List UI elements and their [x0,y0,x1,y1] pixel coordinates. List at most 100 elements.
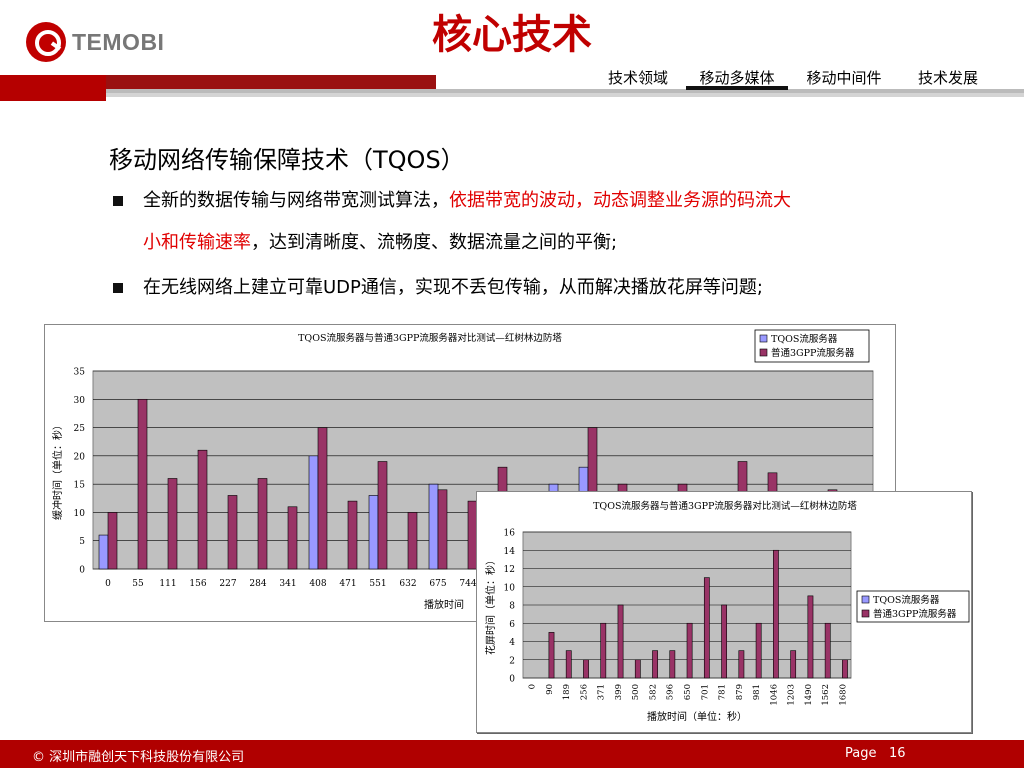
x-tick-label: 582 [648,684,658,700]
x-tick-label: 227 [219,579,236,589]
y-axis-label: 缓冲时间（单位：秒） [51,420,64,520]
section-subtitle: 移动网络传输保障技术（TQOS） [109,146,465,174]
nav-item-tech-development[interactable]: 技术发展 [900,68,996,90]
y-tick-label: 15 [74,481,86,491]
x-axis-label: 播放时间 [424,598,464,611]
bar [317,427,328,570]
nav-item-mobile-multimedia[interactable]: 移动多媒体 [686,68,788,90]
bar [703,577,710,679]
x-tick-label: 399 [614,684,624,700]
header-dark-bar [106,75,436,89]
x-tick-label: 879 [735,684,745,700]
chart-title: TQOS流服务器与普通3GPP流服务器对比测试—红树林边防塔 [593,500,857,512]
x-tick-label: 0 [105,579,111,589]
bar [428,483,439,570]
bullet-text: 全新的数据传输与网络带宽测试算法，依据带宽的波动，动态调整业务源的码流大 [143,190,791,211]
bar [583,659,589,679]
x-tick-label: 701 [700,684,710,700]
x-tick-label: 1046 [769,684,779,706]
bar [107,512,118,570]
page-title: 核心技术 [432,12,592,58]
legend-label: 普通3GPP流服务器 [771,347,855,359]
bar [308,455,319,570]
x-tick-label: 596 [666,684,676,700]
bullet-text: 在无线网络上建立可靠UDP通信，实现不丢包传输，从而解决播放花屏等问题; [143,277,763,298]
bar [287,506,298,570]
bar [407,512,418,570]
x-tick-label: 650 [683,684,693,700]
section-nav: 技术领域 移动多媒体 移动中间件 技术发展 [590,68,996,90]
x-tick-label: 471 [339,579,356,589]
bar [548,632,555,679]
bar [669,650,676,679]
x-tick-label: 744 [459,579,476,589]
x-tick-label: 1562 [821,684,831,706]
bar [721,604,728,679]
x-tick-label: 551 [369,579,386,589]
x-tick-label: 111 [159,579,176,589]
y-tick-label: 0 [79,566,85,576]
nav-item-tech-field[interactable]: 技术领域 [590,68,686,90]
x-tick-label: 675 [429,579,446,589]
bar [197,449,208,570]
bar [773,549,779,679]
legend-label: TQOS流服务器 [873,594,940,606]
bullet-square-icon [113,283,123,293]
x-tick-label: 371 [597,684,607,700]
x-tick-label: 1490 [804,684,814,706]
bar [227,495,238,570]
footer-page-label: Page [845,746,877,761]
y-tick-label: 4 [509,638,515,648]
bar [600,622,607,679]
bar [686,622,693,679]
x-tick-label: 189 [562,684,572,700]
x-tick-label: 1680 [838,684,848,706]
y-tick-label: 0 [509,675,515,685]
y-tick-label: 10 [504,583,516,593]
bullet-text-line2: 小和传输速率，达到清晰度、流畅度、数据流量之间的平衡; [143,232,618,253]
bullet-square-icon [113,196,123,206]
footer: © 深圳市融创天下科技股份有限公司 Page 16 [0,740,1024,768]
y-tick-label: 6 [509,620,515,630]
bar [137,398,148,570]
y-tick-label: 20 [74,452,86,462]
legend-swatch [759,348,768,357]
x-tick-label: 632 [399,579,416,589]
x-tick-label: 981 [752,684,762,700]
legend-swatch [861,609,870,618]
y-axis-label: 花屏时间（单位：秒） [484,555,497,655]
bar [738,650,745,679]
x-tick-label: 256 [579,684,589,700]
bar [257,478,268,570]
bar [368,495,379,570]
y-tick-label: 25 [74,424,86,434]
bar [755,622,762,679]
chart-title: TQOS流服务器与普通3GPP流服务器对比测试—红树林边防塔 [298,332,562,344]
x-axis-label: 播放时间（单位：秒） [647,710,747,723]
bar [790,650,797,679]
x-tick-label: 284 [249,579,266,589]
x-tick-label: 781 [718,684,728,700]
legend-swatch [759,334,768,343]
bar [437,489,448,570]
nav-item-mobile-middleware[interactable]: 移动中间件 [788,68,900,90]
x-tick-label: 500 [631,684,641,700]
y-tick-label: 2 [509,656,515,666]
x-tick-label: 341 [279,579,296,589]
bar [347,500,358,570]
bar [98,534,109,570]
bar [807,595,814,679]
x-tick-label: 55 [132,579,144,589]
x-tick-label: 0 [528,684,538,689]
legend-swatch [861,595,870,604]
bar [617,604,624,679]
legend-label: 普通3GPP流服务器 [873,608,957,620]
y-tick-label: 8 [509,602,515,612]
y-tick-label: 12 [504,565,515,575]
y-tick-label: 14 [504,547,516,557]
bar [377,461,388,570]
y-tick-label: 30 [74,396,86,406]
footer-page-number: 16 [889,746,906,761]
bar [824,622,831,679]
bar [565,650,572,679]
